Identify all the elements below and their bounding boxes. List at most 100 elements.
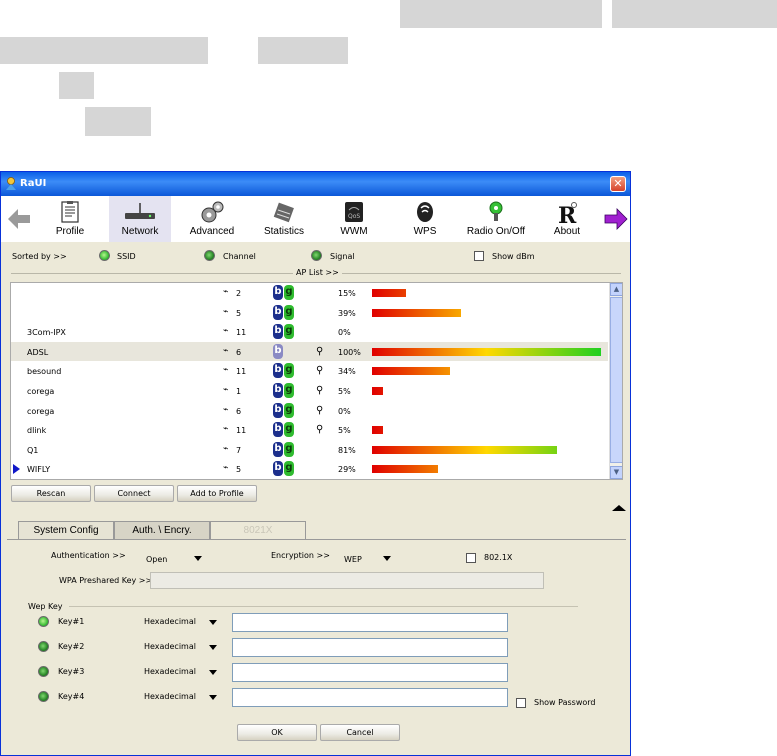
tool-label: Network — [121, 226, 159, 237]
forward-arrow-icon[interactable] — [604, 208, 628, 230]
ap-row[interactable]: WIFLY ⌁ 5 b g 29% — [11, 459, 608, 479]
sort-signal-radio[interactable] — [311, 250, 322, 261]
wep-key-radio[interactable] — [38, 691, 49, 702]
ap-row[interactable]: ⌁ 2 b g 15% — [11, 283, 608, 303]
wwm-qos-icon: QoS — [345, 202, 363, 222]
ap-row[interactable]: Q1 ⌁ 7 b g 81% — [11, 440, 608, 460]
ap-signal-percent: 0% — [338, 406, 351, 416]
wep-key-format-dropdown-icon[interactable] — [209, 620, 217, 625]
mode-b-icon: b — [273, 461, 283, 477]
tool-radio[interactable]: Radio On/Off — [461, 196, 531, 242]
wep-key-format-dropdown-icon[interactable] — [209, 670, 217, 675]
tool-wps[interactable]: WPS — [394, 196, 456, 242]
sort-ssid-label: SSID — [117, 252, 136, 261]
statistics-icon — [273, 202, 294, 223]
tool-advanced[interactable]: Advanced — [181, 196, 243, 242]
sort-channel-radio[interactable] — [204, 250, 215, 261]
authentication-dropdown-icon[interactable] — [194, 556, 202, 561]
wep-key-format-select[interactable]: Hexadecimal — [144, 617, 196, 626]
antenna-icon: ⌁ — [223, 287, 229, 297]
sort-ssid-radio[interactable] — [99, 250, 110, 261]
tool-profile[interactable]: Profile — [39, 196, 101, 242]
wep-key-input[interactable] — [232, 663, 508, 682]
tab-8021x[interactable]: 8021X — [210, 521, 306, 539]
mode-b-icon: b — [273, 402, 283, 418]
wep-key-group-line — [69, 606, 578, 607]
wep-key-format-select[interactable]: Hexadecimal — [144, 667, 196, 676]
ap-row[interactable]: corega ⌁ 1 b g ⚲ 5% — [11, 381, 608, 401]
mode-b-icon: b — [273, 304, 283, 320]
wep-key-input[interactable] — [232, 688, 508, 707]
ap-channel: 7 — [236, 445, 242, 455]
wep-key-radio[interactable] — [38, 666, 49, 677]
add-to-profile-button[interactable]: Add to Profile — [177, 485, 257, 502]
window-title: RaUI — [20, 178, 47, 189]
ap-row[interactable]: ⌁ 5 b g 39% — [11, 303, 608, 323]
ap-signal-percent: 0% — [338, 328, 351, 338]
redaction-bar — [400, 0, 602, 28]
mode-g-icon: g — [284, 402, 294, 418]
tool-wwm[interactable]: QoS WWM — [323, 196, 385, 242]
rescan-button[interactable]: Rescan — [11, 485, 91, 502]
connect-button[interactable]: Connect — [94, 485, 174, 502]
wep-key-input[interactable] — [232, 638, 508, 657]
tool-label: Profile — [55, 226, 85, 237]
mode-g-icon: g — [284, 304, 294, 320]
cancel-button[interactable]: Cancel — [320, 724, 400, 741]
ap-ssid: ADSL — [27, 347, 49, 357]
scroll-thumb[interactable] — [610, 297, 622, 463]
wpa-preshared-input[interactable] — [150, 572, 544, 589]
tool-network[interactable]: Network — [109, 196, 171, 242]
close-button[interactable]: ✕ — [610, 176, 626, 192]
advanced-gear-icon — [201, 201, 224, 223]
collapse-triangle-icon[interactable] — [612, 505, 626, 511]
ap-row[interactable]: ADSL ⌁ 6 b ⚲ 100% — [11, 341, 608, 362]
ok-button[interactable]: OK — [237, 724, 317, 741]
show-dbm-checkbox[interactable] — [474, 251, 484, 261]
antenna-icon: ⌁ — [223, 443, 229, 454]
ap-list-caption: AP List >> — [293, 268, 342, 277]
encryption-dropdown-icon[interactable] — [383, 556, 391, 561]
ap-row[interactable]: besound ⌁ 11 b g ⚲ 34% — [11, 361, 608, 381]
sort-bar: Sorted by >> SSID Channel Signal Show dB… — [1, 248, 630, 264]
signal-bar — [372, 367, 450, 376]
dot1x-checkbox[interactable] — [466, 553, 476, 563]
authentication-label: Authentication >> — [51, 551, 126, 560]
wep-key-radio[interactable] — [38, 641, 49, 652]
wep-key-input[interactable] — [232, 613, 508, 632]
wep-key-group-label: Wep Key — [28, 602, 63, 611]
wep-key-radio[interactable] — [38, 616, 49, 627]
title-bar[interactable]: RaUI ✕ — [1, 172, 630, 196]
tool-statistics[interactable]: Statistics — [253, 196, 315, 242]
mode-g-icon: g — [284, 285, 294, 300]
ap-row[interactable]: corega ⌁ 6 b g ⚲ 0% — [11, 401, 608, 421]
ap-channel: 6 — [236, 347, 242, 357]
ap-row[interactable]: dlink ⌁ 11 b g ⚲ 5% — [11, 420, 608, 440]
scroll-down-icon[interactable]: ▼ — [610, 466, 622, 479]
tool-label: Statistics — [263, 226, 304, 237]
mode-b-icon: b — [273, 363, 283, 379]
tool-about[interactable]: R About — [537, 196, 597, 242]
tab-auth-encry[interactable]: Auth. \ Encry. — [114, 521, 210, 539]
show-password-checkbox[interactable] — [516, 698, 526, 708]
encryption-key-icon: ⚲ — [316, 424, 324, 436]
ap-row[interactable]: 3Com-IPX ⌁ 11 b g 0% — [11, 322, 608, 342]
wep-key-format-dropdown-icon[interactable] — [209, 695, 217, 700]
wep-key-format-select[interactable]: Hexadecimal — [144, 692, 196, 701]
scroll-up-icon[interactable]: ▲ — [610, 283, 622, 296]
back-arrow-icon[interactable] — [7, 208, 31, 230]
radio-icon — [489, 201, 503, 221]
encryption-select[interactable]: WEP — [344, 555, 362, 564]
tab-system-config[interactable]: System Config — [18, 521, 114, 539]
wps-icon — [417, 202, 433, 222]
signal-bar — [372, 308, 461, 317]
ap-list-scrollbar[interactable]: ▲ ▼ — [609, 283, 622, 479]
mode-g-icon: g — [284, 324, 294, 340]
raui-window: RaUI ✕ Profile Network Advanced Statisti… — [0, 171, 631, 756]
antenna-icon: ⌁ — [223, 326, 229, 337]
antenna-icon: ⌁ — [223, 424, 229, 435]
wep-key-format-dropdown-icon[interactable] — [209, 645, 217, 650]
authentication-select[interactable]: Open — [146, 555, 167, 564]
ap-channel: 5 — [236, 308, 242, 318]
wep-key-format-select[interactable]: Hexadecimal — [144, 642, 196, 651]
